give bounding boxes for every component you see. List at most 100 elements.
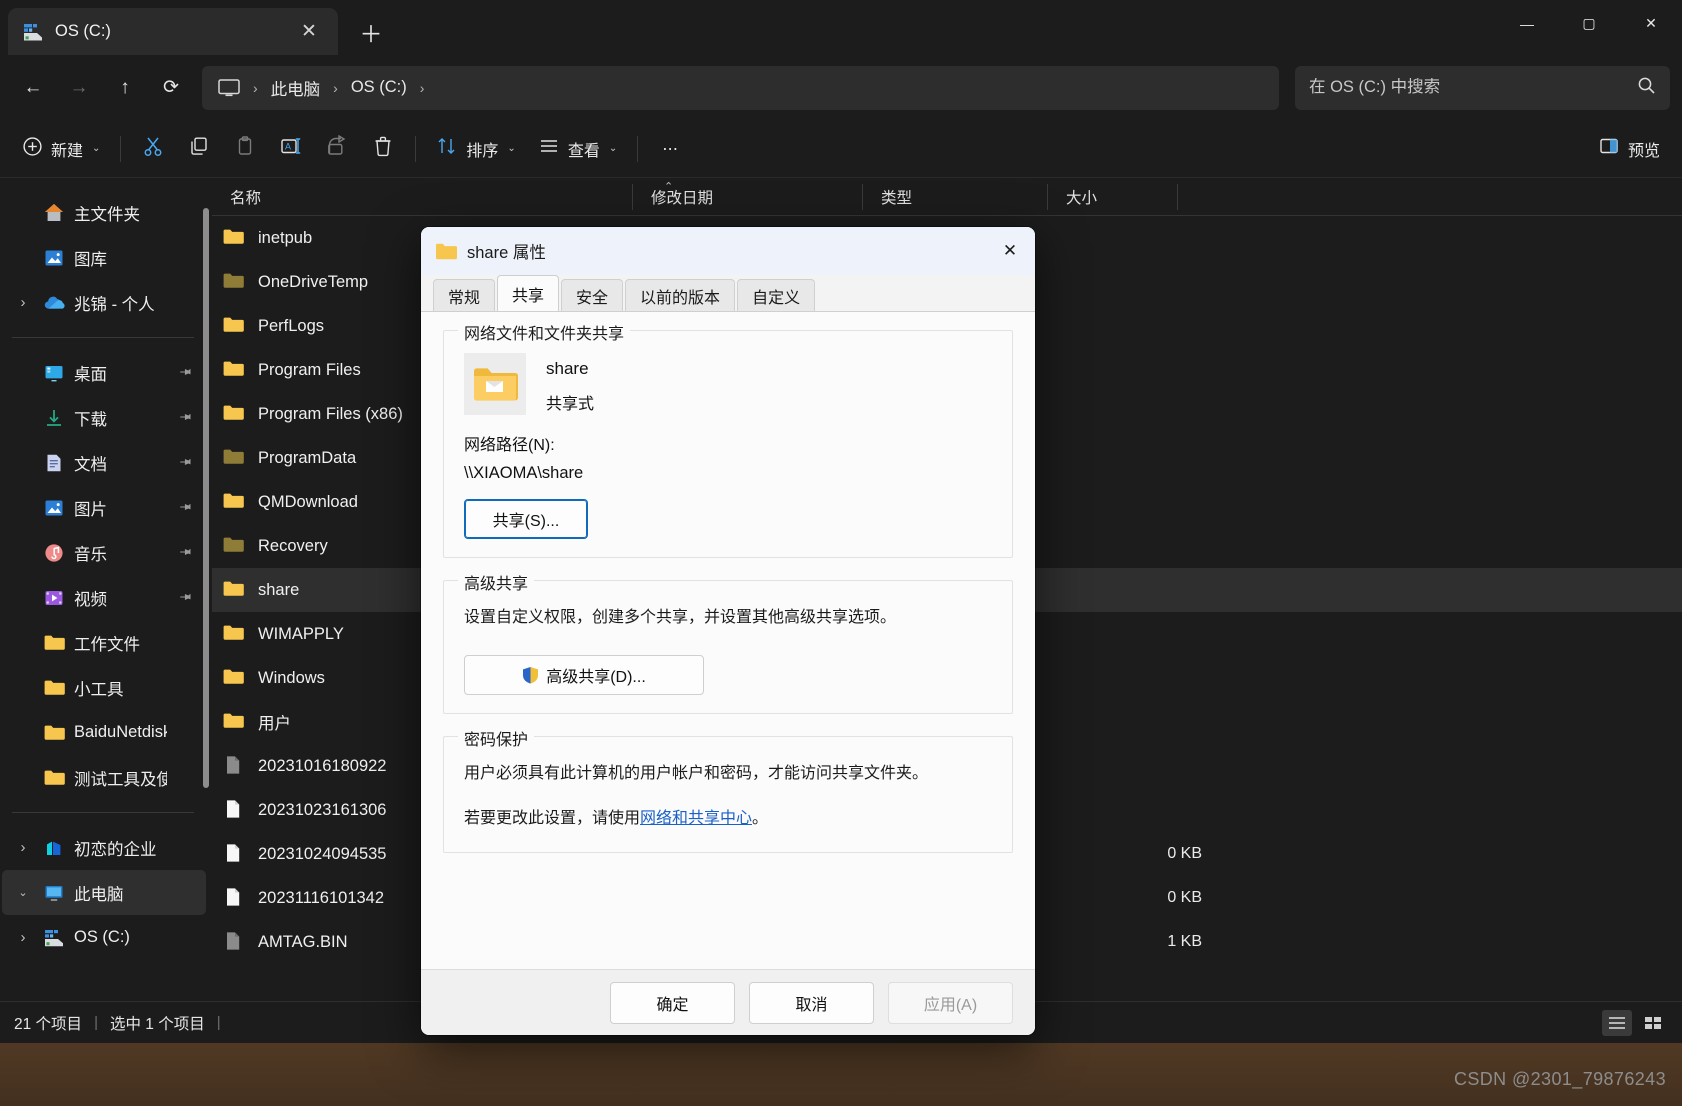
breadcrumb-separator: › [253,79,258,96]
watermark: CSDN @2301_79876243 [1453,1069,1666,1089]
breadcrumb-item-os-c[interactable]: OS (C:) [343,75,415,100]
apply-button[interactable]: 应用(A) [888,981,1013,1024]
ok-button[interactable]: 确定 [610,981,735,1024]
sort-button-label: 排序 [466,142,499,160]
folder-icon [43,677,65,699]
cut-button[interactable] [131,129,175,169]
chevron-right-icon[interactable]: › [12,839,34,856]
sidebar-item-下载[interactable]: 下载 [2,395,206,440]
network-path-value: \\XIAOMA\share [464,464,584,482]
rename-button[interactable]: A [269,129,313,169]
paste-icon [234,135,256,162]
pin-placeholder [178,932,189,943]
file-dim-icon [222,930,248,954]
password-line2-suffix: 。 [752,809,769,827]
breadcrumb-separator: › [419,79,425,96]
new-button[interactable]: 新建 ⌄ [12,129,110,169]
network-path-label: 网络路径(N): [464,437,555,454]
dialog-tab-4[interactable]: 自定义 [737,279,816,311]
pin-placeholder [178,297,189,308]
sidebar-item-桌面[interactable]: 桌面 [2,350,206,395]
delete-button[interactable] [361,129,405,169]
details-view-icon[interactable] [1602,1009,1632,1036]
tiles-view-icon[interactable] [1638,1010,1668,1036]
window-controls: — ▢ ✕ [1496,0,1682,47]
sidebar-item-此电脑[interactable]: ⌄ 此电脑 [2,870,206,915]
search-icon[interactable] [1637,76,1656,100]
search-box[interactable] [1295,65,1670,110]
column-header-extra[interactable] [1177,183,1287,210]
sort-button[interactable]: 排序 ⌄ [426,129,525,169]
sidebar-item-baidunetdiskd[interactable]: BaiduNetdiskD [2,710,206,755]
sidebar-item-文档[interactable]: 文档 [2,440,206,485]
pin-icon[interactable] [172,540,196,564]
sidebar-item-工作文件[interactable]: 工作文件 [2,620,206,665]
more-options-button[interactable]: ⋯ [648,129,692,169]
copy-button[interactable] [177,129,221,169]
dialog-close-button[interactable]: ✕ [985,227,1035,275]
cancel-button[interactable]: 取消 [749,981,874,1024]
sidebar-item-测试工具及使用[interactable]: 测试工具及使用 [2,755,206,800]
dialog-tab-1[interactable]: 共享 [497,275,560,311]
sidebar-item-图片[interactable]: 图片 [2,485,206,530]
sidebar-divider [12,337,194,338]
breadcrumb-item-this-pc[interactable]: 此电脑 [263,73,329,103]
view-icon [538,135,560,162]
pin-icon[interactable] [172,405,196,429]
network-sharing-center-link[interactable]: 网络和共享中心 [640,810,752,827]
chevron-right-icon[interactable]: › [12,294,34,311]
folder-icon [222,358,248,382]
sidebar-scrollbar[interactable] [203,208,209,788]
view-button[interactable]: 查看 ⌄ [528,129,627,169]
sidebar-item-图库[interactable]: 图库 [2,235,206,280]
column-header-type[interactable]: 类型 [862,183,1047,210]
column-header-size[interactable]: 大小 [1047,183,1177,210]
preview-pane-button[interactable]: 预览 [1588,129,1670,169]
sidebar-item-os-(c:)[interactable]: › OS (C:) [2,915,206,960]
sidebar-item-兆锦---个人[interactable]: › 兆锦 - 个人 [2,280,206,325]
sidebar-item-小工具[interactable]: 小工具 [2,665,206,710]
new-button-label: 新建 [51,142,84,160]
breadcrumb[interactable]: › 此电脑 › OS (C:) › [202,65,1279,110]
minimize-button[interactable]: — [1496,0,1558,47]
close-tab-button[interactable]: ✕ [294,17,324,47]
forward-button[interactable]: → [58,67,100,109]
pin-icon[interactable] [172,495,196,519]
dialog-tab-0[interactable]: 常规 [433,279,496,311]
dialog-tab-2[interactable]: 安全 [561,279,624,311]
file-dim-icon [222,754,248,778]
search-input[interactable] [1309,78,1637,97]
file-name: Windows [258,668,325,687]
maximize-button[interactable]: ▢ [1558,0,1620,47]
file-name: PerfLogs [258,316,325,335]
close-window-button[interactable]: ✕ [1620,0,1682,47]
status-divider: | [94,1014,98,1031]
sidebar-item-音乐[interactable]: 音乐 [2,530,206,575]
up-button[interactable]: ↑ [104,67,146,109]
pin-icon[interactable] [172,450,196,474]
dialog-tab-3[interactable]: 以前的版本 [625,279,736,311]
advanced-sharing-button[interactable]: 高级共享(D)... [464,655,704,696]
column-headers: 名称 修改日期 类型 大小 ⌃ [212,178,1682,216]
share-button[interactable] [315,129,359,169]
folder-icon [222,314,248,338]
tab-os-c[interactable]: OS (C:) ✕ [8,8,338,55]
sidebar-item-主文件夹[interactable]: 主文件夹 [2,190,206,235]
new-tab-button[interactable]: ＋ [352,13,390,51]
pin-icon[interactable] [172,360,196,384]
share-dialog-button[interactable]: 共享(S)... [464,499,588,539]
advanced-sharing-button-label: 高级共享(D)... [546,669,646,687]
scissors-icon [142,135,164,162]
sidebar-item-初恋的企业[interactable]: › 初恋的企业 [2,825,206,870]
folder-icon [222,710,248,734]
view-button-label: 查看 [567,142,600,160]
refresh-button[interactable]: ⟳ [150,67,192,109]
pin-icon[interactable] [172,585,196,609]
chevron-down-icon[interactable]: ⌄ [12,886,34,899]
column-header-name[interactable]: 名称 [212,184,632,210]
folder-dim-icon [222,270,248,294]
chevron-right-icon[interactable]: › [12,929,34,946]
paste-button[interactable] [223,129,267,169]
sidebar-item-视频[interactable]: 视频 [2,575,206,620]
back-button[interactable]: ← [12,67,54,109]
